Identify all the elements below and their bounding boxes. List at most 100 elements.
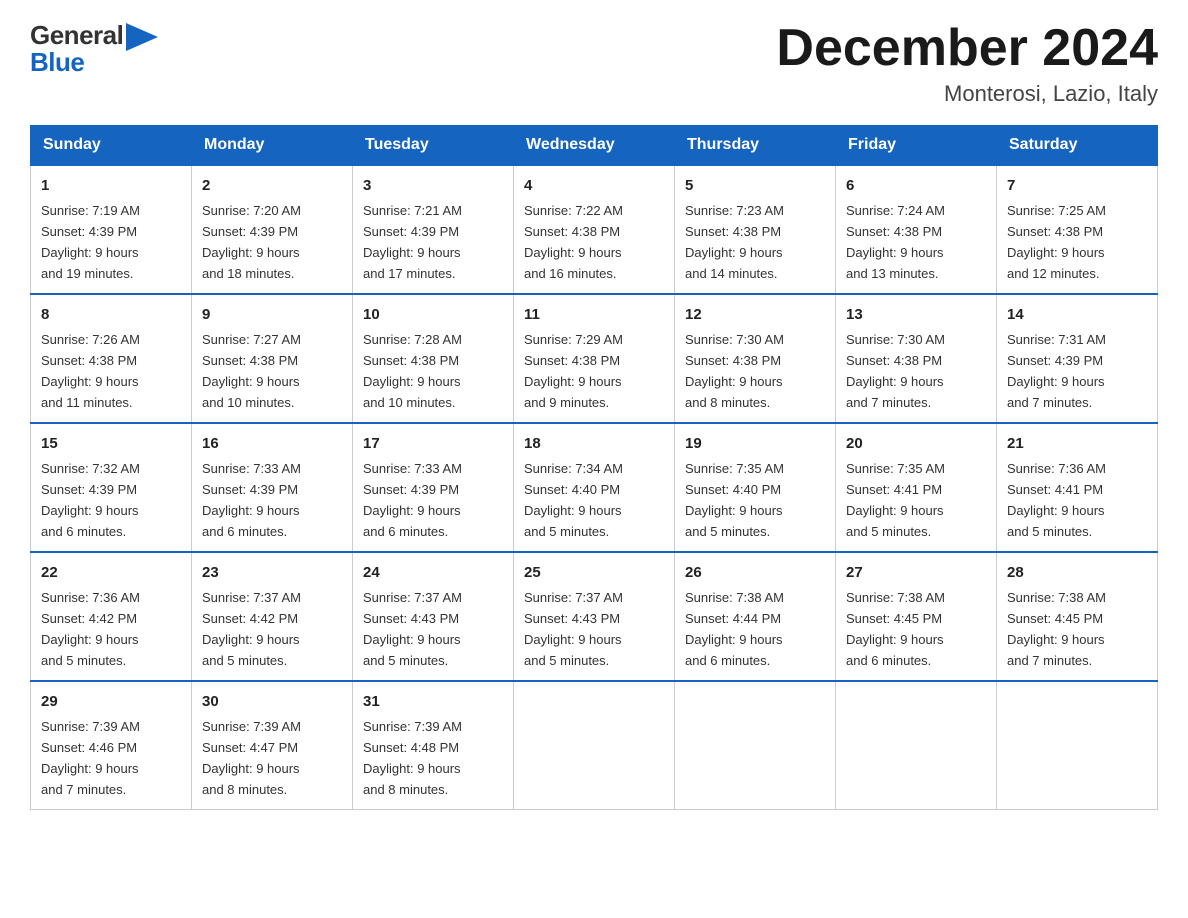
logo-blue-text: Blue: [30, 47, 84, 78]
day-info: Sunrise: 7:20 AMSunset: 4:39 PMDaylight:…: [202, 203, 301, 281]
calendar-cell: 26 Sunrise: 7:38 AMSunset: 4:44 PMDayligh…: [675, 552, 836, 681]
calendar-cell: 2 Sunrise: 7:20 AMSunset: 4:39 PMDaylight…: [192, 165, 353, 294]
calendar-cell: [997, 681, 1158, 809]
day-info: Sunrise: 7:23 AMSunset: 4:38 PMDaylight:…: [685, 203, 784, 281]
weekday-header: Sunday: [31, 126, 192, 166]
day-info: Sunrise: 7:38 AMSunset: 4:45 PMDaylight:…: [1007, 590, 1106, 668]
day-number: 21: [1007, 432, 1147, 455]
day-info: Sunrise: 7:36 AMSunset: 4:42 PMDaylight:…: [41, 590, 140, 668]
calendar-cell: 19 Sunrise: 7:35 AMSunset: 4:40 PMDayligh…: [675, 423, 836, 552]
calendar-cell: 3Sunrise: 7:21 AMSunset: 4:39 PMDaylight…: [353, 165, 514, 294]
day-number: 25: [524, 561, 664, 584]
day-number: 20: [846, 432, 986, 455]
day-number: 4: [524, 174, 664, 197]
day-number: 7: [1007, 174, 1147, 197]
day-number: 19: [685, 432, 825, 455]
calendar-cell: 30 Sunrise: 7:39 AMSunset: 4:47 PMDayligh…: [192, 681, 353, 809]
calendar-cell: 29 Sunrise: 7:39 AMSunset: 4:46 PMDayligh…: [31, 681, 192, 809]
calendar-cell: [836, 681, 997, 809]
day-number: 14: [1007, 303, 1147, 326]
day-info: Sunrise: 7:38 AMSunset: 4:45 PMDaylight:…: [846, 590, 945, 668]
day-info: Sunrise: 7:30 AMSunset: 4:38 PMDaylight:…: [685, 332, 784, 410]
calendar-cell: 6 Sunrise: 7:24 AMSunset: 4:38 PMDaylight…: [836, 165, 997, 294]
day-number: 29: [41, 690, 181, 713]
day-number: 31: [363, 690, 503, 713]
calendar-cell: 21 Sunrise: 7:36 AMSunset: 4:41 PMDayligh…: [997, 423, 1158, 552]
calendar-cell: 27Sunrise: 7:38 AMSunset: 4:45 PMDayligh…: [836, 552, 997, 681]
calendar-cell: 23 Sunrise: 7:37 AMSunset: 4:42 PMDayligh…: [192, 552, 353, 681]
day-info: Sunrise: 7:36 AMSunset: 4:41 PMDaylight:…: [1007, 461, 1106, 539]
page-header: General Blue December 2024 Monterosi, La…: [30, 20, 1158, 107]
calendar-week-row: 1 Sunrise: 7:19 AMSunset: 4:39 PMDaylight…: [31, 165, 1158, 294]
calendar-cell: 10Sunrise: 7:28 AMSunset: 4:38 PMDayligh…: [353, 294, 514, 423]
day-number: 28: [1007, 561, 1147, 584]
page-title: December 2024: [776, 20, 1158, 77]
day-number: 26: [685, 561, 825, 584]
day-number: 1: [41, 174, 181, 197]
day-info: Sunrise: 7:25 AMSunset: 4:38 PMDaylight:…: [1007, 203, 1106, 281]
page-subtitle: Monterosi, Lazio, Italy: [776, 81, 1158, 107]
day-info: Sunrise: 7:26 AMSunset: 4:38 PMDaylight:…: [41, 332, 140, 410]
day-number: 8: [41, 303, 181, 326]
day-info: Sunrise: 7:35 AMSunset: 4:41 PMDaylight:…: [846, 461, 945, 539]
calendar-cell: 28 Sunrise: 7:38 AMSunset: 4:45 PMDayligh…: [997, 552, 1158, 681]
weekday-header: Monday: [192, 126, 353, 166]
calendar-cell: [514, 681, 675, 809]
calendar-cell: 11Sunrise: 7:29 AMSunset: 4:38 PMDayligh…: [514, 294, 675, 423]
calendar-cell: 7 Sunrise: 7:25 AMSunset: 4:38 PMDaylight…: [997, 165, 1158, 294]
day-info: Sunrise: 7:22 AMSunset: 4:38 PMDaylight:…: [524, 203, 623, 281]
calendar-cell: 22 Sunrise: 7:36 AMSunset: 4:42 PMDayligh…: [31, 552, 192, 681]
calendar-cell: 8 Sunrise: 7:26 AMSunset: 4:38 PMDaylight…: [31, 294, 192, 423]
calendar-week-row: 15 Sunrise: 7:32 AMSunset: 4:39 PMDayligh…: [31, 423, 1158, 552]
weekday-header: Tuesday: [353, 126, 514, 166]
calendar-cell: 14 Sunrise: 7:31 AMSunset: 4:39 PMDayligh…: [997, 294, 1158, 423]
day-number: 3: [363, 174, 503, 197]
calendar-cell: 12Sunrise: 7:30 AMSunset: 4:38 PMDayligh…: [675, 294, 836, 423]
day-info: Sunrise: 7:37 AMSunset: 4:42 PMDaylight:…: [202, 590, 301, 668]
calendar-cell: 15 Sunrise: 7:32 AMSunset: 4:39 PMDayligh…: [31, 423, 192, 552]
day-info: Sunrise: 7:33 AMSunset: 4:39 PMDaylight:…: [363, 461, 462, 539]
day-info: Sunrise: 7:19 AMSunset: 4:39 PMDaylight:…: [41, 203, 140, 281]
calendar-cell: 17 Sunrise: 7:33 AMSunset: 4:39 PMDayligh…: [353, 423, 514, 552]
weekday-header: Thursday: [675, 126, 836, 166]
logo-triangle-icon: [126, 23, 158, 51]
calendar-week-row: 8 Sunrise: 7:26 AMSunset: 4:38 PMDaylight…: [31, 294, 1158, 423]
day-number: 30: [202, 690, 342, 713]
calendar-cell: [675, 681, 836, 809]
day-number: 2: [202, 174, 342, 197]
calendar-cell: 5Sunrise: 7:23 AMSunset: 4:38 PMDaylight…: [675, 165, 836, 294]
day-info: Sunrise: 7:32 AMSunset: 4:39 PMDaylight:…: [41, 461, 140, 539]
calendar-cell: 16Sunrise: 7:33 AMSunset: 4:39 PMDayligh…: [192, 423, 353, 552]
title-block: December 2024 Monterosi, Lazio, Italy: [776, 20, 1158, 107]
day-number: 17: [363, 432, 503, 455]
day-info: Sunrise: 7:31 AMSunset: 4:39 PMDaylight:…: [1007, 332, 1106, 410]
logo: General Blue: [30, 20, 158, 78]
day-number: 24: [363, 561, 503, 584]
day-number: 23: [202, 561, 342, 584]
day-info: Sunrise: 7:39 AMSunset: 4:46 PMDaylight:…: [41, 719, 140, 797]
calendar-cell: 31 Sunrise: 7:39 AMSunset: 4:48 PMDayligh…: [353, 681, 514, 809]
day-info: Sunrise: 7:27 AMSunset: 4:38 PMDaylight:…: [202, 332, 301, 410]
calendar-cell: 13Sunrise: 7:30 AMSunset: 4:38 PMDayligh…: [836, 294, 997, 423]
day-info: Sunrise: 7:39 AMSunset: 4:48 PMDaylight:…: [363, 719, 462, 797]
calendar-cell: 24 Sunrise: 7:37 AMSunset: 4:43 PMDayligh…: [353, 552, 514, 681]
calendar-table: SundayMondayTuesdayWednesdayThursdayFrid…: [30, 125, 1158, 810]
day-info: Sunrise: 7:39 AMSunset: 4:47 PMDaylight:…: [202, 719, 301, 797]
day-info: Sunrise: 7:34 AMSunset: 4:40 PMDaylight:…: [524, 461, 623, 539]
day-info: Sunrise: 7:38 AMSunset: 4:44 PMDaylight:…: [685, 590, 784, 668]
calendar-cell: 18Sunrise: 7:34 AMSunset: 4:40 PMDayligh…: [514, 423, 675, 552]
day-info: Sunrise: 7:24 AMSunset: 4:38 PMDaylight:…: [846, 203, 945, 281]
day-number: 11: [524, 303, 664, 326]
day-number: 6: [846, 174, 986, 197]
day-info: Sunrise: 7:35 AMSunset: 4:40 PMDaylight:…: [685, 461, 784, 539]
day-info: Sunrise: 7:28 AMSunset: 4:38 PMDaylight:…: [363, 332, 462, 410]
calendar-cell: 9 Sunrise: 7:27 AMSunset: 4:38 PMDaylight…: [192, 294, 353, 423]
day-info: Sunrise: 7:33 AMSunset: 4:39 PMDaylight:…: [202, 461, 301, 539]
calendar-cell: 1 Sunrise: 7:19 AMSunset: 4:39 PMDaylight…: [31, 165, 192, 294]
day-number: 22: [41, 561, 181, 584]
day-info: Sunrise: 7:37 AMSunset: 4:43 PMDaylight:…: [524, 590, 623, 668]
calendar-week-row: 22 Sunrise: 7:36 AMSunset: 4:42 PMDayligh…: [31, 552, 1158, 681]
day-number: 15: [41, 432, 181, 455]
day-number: 9: [202, 303, 342, 326]
day-info: Sunrise: 7:37 AMSunset: 4:43 PMDaylight:…: [363, 590, 462, 668]
